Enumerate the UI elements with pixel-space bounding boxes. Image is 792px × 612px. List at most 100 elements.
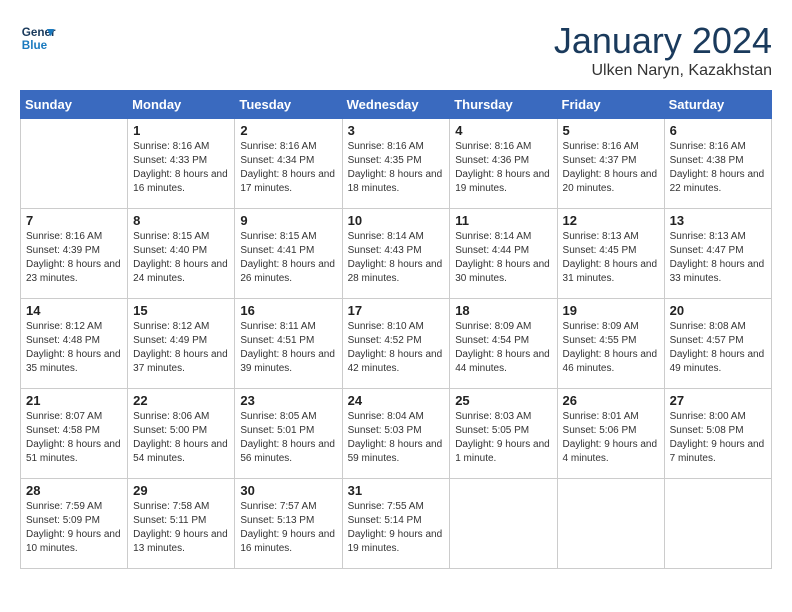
calendar-cell: 2 Sunrise: 8:16 AM Sunset: 4:34 PM Daylig…: [235, 119, 342, 209]
day-info: Sunrise: 7:58 AM Sunset: 5:11 PM Dayligh…: [133, 500, 229, 556]
logo-icon: General Blue: [20, 20, 56, 56]
day-info: Sunrise: 8:06 AM Sunset: 5:00 PM Dayligh…: [133, 410, 229, 466]
calendar-cell: 14 Sunrise: 8:12 AM Sunset: 4:48 PM Dayli…: [21, 299, 128, 389]
col-sunday: Sunday: [21, 91, 128, 119]
calendar-week-row: 14 Sunrise: 8:12 AM Sunset: 4:48 PM Dayli…: [21, 299, 772, 389]
day-info: Sunrise: 8:16 AM Sunset: 4:34 PM Dayligh…: [240, 140, 336, 196]
day-number: 2: [240, 123, 336, 138]
calendar-cell: 28 Sunrise: 7:59 AM Sunset: 5:09 PM Dayli…: [21, 479, 128, 569]
day-number: 11: [455, 213, 551, 228]
page-header: General Blue January 2024 Ulken Naryn, K…: [20, 20, 772, 80]
day-number: 12: [563, 213, 659, 228]
day-info: Sunrise: 8:16 AM Sunset: 4:36 PM Dayligh…: [455, 140, 551, 196]
day-number: 26: [563, 393, 659, 408]
calendar-week-row: 21 Sunrise: 8:07 AM Sunset: 4:58 PM Dayli…: [21, 389, 772, 479]
calendar-cell: 4 Sunrise: 8:16 AM Sunset: 4:36 PM Daylig…: [450, 119, 557, 209]
calendar-cell: 31 Sunrise: 7:55 AM Sunset: 5:14 PM Dayli…: [342, 479, 450, 569]
day-info: Sunrise: 8:13 AM Sunset: 4:45 PM Dayligh…: [563, 230, 659, 286]
day-number: 28: [26, 483, 122, 498]
day-number: 17: [348, 303, 445, 318]
day-number: 25: [455, 393, 551, 408]
calendar-cell: 30 Sunrise: 7:57 AM Sunset: 5:13 PM Dayli…: [235, 479, 342, 569]
day-info: Sunrise: 7:59 AM Sunset: 5:09 PM Dayligh…: [26, 500, 122, 556]
day-info: Sunrise: 8:07 AM Sunset: 4:58 PM Dayligh…: [26, 410, 122, 466]
calendar-cell: 24 Sunrise: 8:04 AM Sunset: 5:03 PM Dayli…: [342, 389, 450, 479]
day-number: 31: [348, 483, 445, 498]
calendar-cell: [557, 479, 664, 569]
day-number: 19: [563, 303, 659, 318]
day-number: 21: [26, 393, 122, 408]
calendar-cell: [21, 119, 128, 209]
day-info: Sunrise: 8:15 AM Sunset: 4:40 PM Dayligh…: [133, 230, 229, 286]
day-info: Sunrise: 8:14 AM Sunset: 4:43 PM Dayligh…: [348, 230, 445, 286]
day-number: 14: [26, 303, 122, 318]
calendar-cell: 25 Sunrise: 8:03 AM Sunset: 5:05 PM Dayli…: [450, 389, 557, 479]
day-info: Sunrise: 8:09 AM Sunset: 4:54 PM Dayligh…: [455, 320, 551, 376]
calendar-cell: 6 Sunrise: 8:16 AM Sunset: 4:38 PM Daylig…: [664, 119, 771, 209]
title-block: January 2024 Ulken Naryn, Kazakhstan: [554, 20, 772, 80]
calendar-cell: [450, 479, 557, 569]
day-number: 5: [563, 123, 659, 138]
calendar-cell: 7 Sunrise: 8:16 AM Sunset: 4:39 PM Daylig…: [21, 209, 128, 299]
calendar-cell: 17 Sunrise: 8:10 AM Sunset: 4:52 PM Dayli…: [342, 299, 450, 389]
calendar-cell: 23Sunrise: 8:05 AM Sunset: 5:01 PM Dayli…: [235, 389, 342, 479]
day-info: Sunrise: 8:12 AM Sunset: 4:48 PM Dayligh…: [26, 320, 122, 376]
day-number: 1: [133, 123, 229, 138]
calendar-cell: 3Sunrise: 8:16 AM Sunset: 4:35 PM Daylig…: [342, 119, 450, 209]
day-info: Sunrise: 8:00 AM Sunset: 5:08 PM Dayligh…: [670, 410, 766, 466]
calendar-cell: 12 Sunrise: 8:13 AM Sunset: 4:45 PM Dayli…: [557, 209, 664, 299]
day-info: Sunrise: 8:16 AM Sunset: 4:39 PM Dayligh…: [26, 230, 122, 286]
calendar-cell: 16 Sunrise: 8:11 AM Sunset: 4:51 PM Dayli…: [235, 299, 342, 389]
day-info: Sunrise: 8:01 AM Sunset: 5:06 PM Dayligh…: [563, 410, 659, 466]
day-number: 18: [455, 303, 551, 318]
calendar-cell: 29Sunrise: 7:58 AM Sunset: 5:11 PM Dayli…: [128, 479, 235, 569]
day-info: Sunrise: 7:55 AM Sunset: 5:14 PM Dayligh…: [348, 500, 445, 556]
calendar-cell: 1Sunrise: 8:16 AM Sunset: 4:33 PM Daylig…: [128, 119, 235, 209]
day-number: 9: [240, 213, 336, 228]
calendar-cell: 19Sunrise: 8:09 AM Sunset: 4:55 PM Dayli…: [557, 299, 664, 389]
day-number: 4: [455, 123, 551, 138]
calendar-cell: 8 Sunrise: 8:15 AM Sunset: 4:40 PM Daylig…: [128, 209, 235, 299]
day-info: Sunrise: 7:57 AM Sunset: 5:13 PM Dayligh…: [240, 500, 336, 556]
day-info: Sunrise: 8:05 AM Sunset: 5:01 PM Dayligh…: [240, 410, 336, 466]
calendar-table: Sunday Monday Tuesday Wednesday Thursday…: [20, 90, 772, 569]
svg-text:Blue: Blue: [22, 39, 48, 52]
day-info: Sunrise: 8:14 AM Sunset: 4:44 PM Dayligh…: [455, 230, 551, 286]
calendar-cell: 15Sunrise: 8:12 AM Sunset: 4:49 PM Dayli…: [128, 299, 235, 389]
calendar-header-row: Sunday Monday Tuesday Wednesday Thursday…: [21, 91, 772, 119]
day-number: 27: [670, 393, 766, 408]
month-title: January 2024: [554, 20, 772, 62]
calendar-cell: 9 Sunrise: 8:15 AM Sunset: 4:41 PM Daylig…: [235, 209, 342, 299]
calendar-cell: 22Sunrise: 8:06 AM Sunset: 5:00 PM Dayli…: [128, 389, 235, 479]
col-monday: Monday: [128, 91, 235, 119]
day-number: 24: [348, 393, 445, 408]
calendar-cell: 26 Sunrise: 8:01 AM Sunset: 5:06 PM Dayli…: [557, 389, 664, 479]
day-number: 6: [670, 123, 766, 138]
col-saturday: Saturday: [664, 91, 771, 119]
day-number: 8: [133, 213, 229, 228]
col-wednesday: Wednesday: [342, 91, 450, 119]
day-number: 7: [26, 213, 122, 228]
day-number: 30: [240, 483, 336, 498]
day-info: Sunrise: 8:16 AM Sunset: 4:38 PM Dayligh…: [670, 140, 766, 196]
day-info: Sunrise: 8:04 AM Sunset: 5:03 PM Dayligh…: [348, 410, 445, 466]
logo: General Blue: [20, 20, 56, 56]
calendar-cell: 13Sunrise: 8:13 AM Sunset: 4:47 PM Dayli…: [664, 209, 771, 299]
col-friday: Friday: [557, 91, 664, 119]
calendar-cell: 20Sunrise: 8:08 AM Sunset: 4:57 PM Dayli…: [664, 299, 771, 389]
day-info: Sunrise: 8:03 AM Sunset: 5:05 PM Dayligh…: [455, 410, 551, 466]
col-tuesday: Tuesday: [235, 91, 342, 119]
day-number: 3: [348, 123, 445, 138]
day-number: 10: [348, 213, 445, 228]
calendar-cell: 21 Sunrise: 8:07 AM Sunset: 4:58 PM Dayli…: [21, 389, 128, 479]
calendar-week-row: 1Sunrise: 8:16 AM Sunset: 4:33 PM Daylig…: [21, 119, 772, 209]
calendar-cell: 5Sunrise: 8:16 AM Sunset: 4:37 PM Daylig…: [557, 119, 664, 209]
day-number: 15: [133, 303, 229, 318]
day-info: Sunrise: 8:15 AM Sunset: 4:41 PM Dayligh…: [240, 230, 336, 286]
calendar-week-row: 28 Sunrise: 7:59 AM Sunset: 5:09 PM Dayli…: [21, 479, 772, 569]
calendar-cell: 27 Sunrise: 8:00 AM Sunset: 5:08 PM Dayli…: [664, 389, 771, 479]
day-info: Sunrise: 8:11 AM Sunset: 4:51 PM Dayligh…: [240, 320, 336, 376]
day-info: Sunrise: 8:10 AM Sunset: 4:52 PM Dayligh…: [348, 320, 445, 376]
day-number: 20: [670, 303, 766, 318]
day-number: 16: [240, 303, 336, 318]
